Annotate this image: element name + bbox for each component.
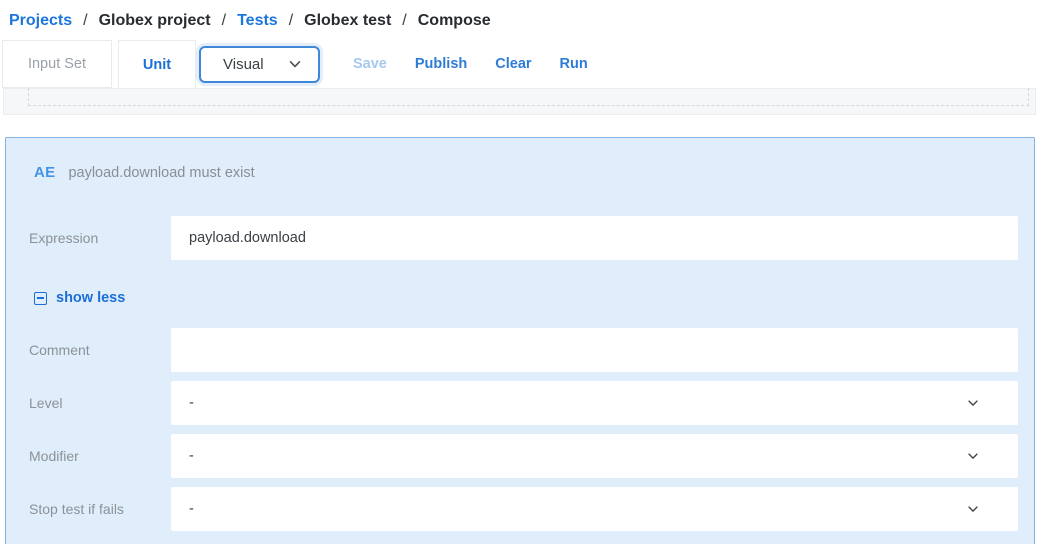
- save-button[interactable]: Save: [353, 56, 387, 72]
- assertion-code-badge: AE: [34, 164, 55, 181]
- level-select-value: -: [189, 395, 194, 411]
- breadcrumb-compose: Compose: [418, 12, 491, 30]
- drop-zone-dashed-outline: [28, 88, 1029, 106]
- breadcrumb-separator: /: [289, 12, 293, 30]
- comment-input[interactable]: [171, 328, 1018, 372]
- collapse-minus-icon: [34, 292, 47, 305]
- field-row-expression: Expression: [6, 216, 1018, 260]
- breadcrumb-separator: /: [83, 12, 87, 30]
- chevron-down-icon: [966, 502, 980, 516]
- expression-label: Expression: [6, 230, 171, 246]
- toolbar-actions: Save Publish Clear Run: [353, 40, 588, 88]
- breadcrumb-separator: /: [222, 12, 226, 30]
- modifier-select-value: -: [189, 448, 194, 464]
- field-row-stop-test-if-fails: Stop test if fails -: [6, 487, 1018, 531]
- chevron-down-icon: [287, 56, 303, 72]
- breadcrumb-tests[interactable]: Tests: [237, 12, 278, 30]
- component-drop-zone[interactable]: [3, 88, 1036, 115]
- tab-input-set[interactable]: Input Set: [2, 40, 112, 88]
- chevron-down-icon: [966, 449, 980, 463]
- show-less-label: show less: [56, 290, 125, 306]
- composer-toolbar: Input Set Unit Visual Save Publish Clear…: [0, 40, 1039, 88]
- modifier-select[interactable]: -: [171, 434, 1018, 478]
- field-row-modifier: Modifier -: [6, 434, 1018, 478]
- level-label: Level: [6, 395, 171, 411]
- stop-test-if-fails-select[interactable]: -: [171, 487, 1018, 531]
- field-row-comment: Comment: [6, 328, 1018, 372]
- assertion-panel-header: AE payload.download must exist: [6, 138, 1034, 181]
- breadcrumb-projects[interactable]: Projects: [9, 12, 72, 30]
- view-mode-select[interactable]: Visual: [199, 46, 320, 83]
- level-select[interactable]: -: [171, 381, 1018, 425]
- assertion-title: payload.download must exist: [68, 165, 254, 181]
- publish-button[interactable]: Publish: [415, 56, 467, 72]
- tab-unit[interactable]: Unit: [118, 40, 196, 88]
- assertion-panel[interactable]: AE payload.download must exist Expressio…: [5, 137, 1035, 544]
- breadcrumb-separator: /: [402, 12, 406, 30]
- breadcrumb: Projects / Globex project / Tests / Glob…: [0, 0, 1039, 40]
- stop-test-if-fails-select-value: -: [189, 501, 194, 517]
- chevron-down-icon: [966, 396, 980, 410]
- clear-button[interactable]: Clear: [495, 56, 531, 72]
- run-button[interactable]: Run: [560, 56, 588, 72]
- breadcrumb-project-name: Globex project: [99, 12, 211, 30]
- stop-test-if-fails-label: Stop test if fails: [6, 501, 171, 517]
- show-less-toggle[interactable]: show less: [34, 290, 1034, 306]
- comment-label: Comment: [6, 342, 171, 358]
- view-mode-value: Visual: [223, 56, 264, 73]
- modifier-label: Modifier: [6, 448, 171, 464]
- field-row-level: Level -: [6, 381, 1018, 425]
- breadcrumb-test-name: Globex test: [304, 12, 391, 30]
- expression-input[interactable]: [171, 216, 1018, 260]
